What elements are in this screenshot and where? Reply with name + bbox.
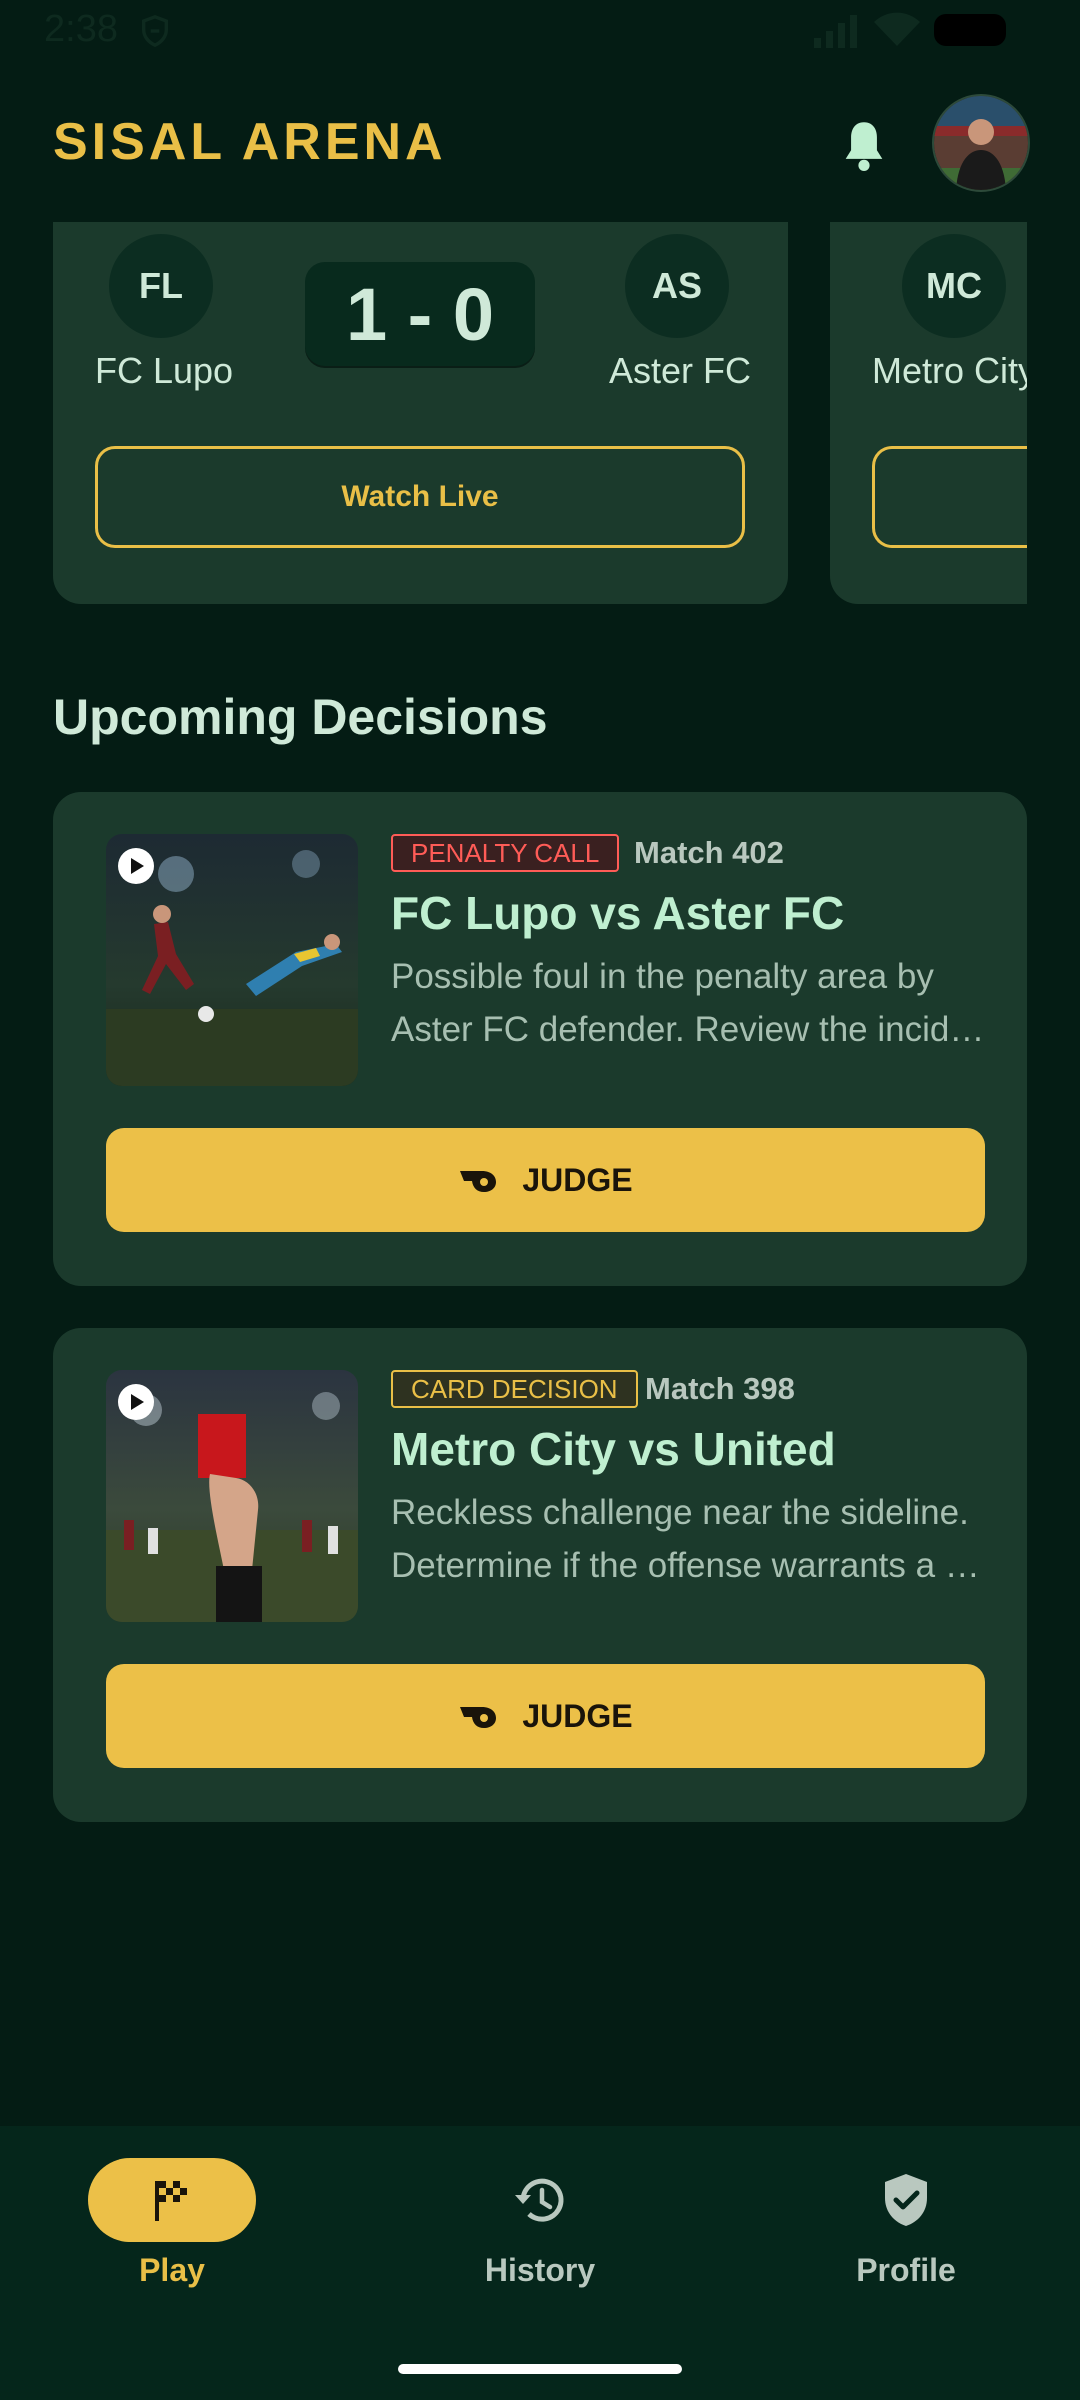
- play-icon[interactable]: [118, 1384, 154, 1420]
- wifi-icon: [874, 12, 920, 46]
- description-line: Determine if the offense warrants a card…: [391, 1546, 991, 1585]
- battery-icon: [934, 14, 1006, 46]
- nav-play-pill: [88, 2158, 256, 2242]
- decision-title: Metro City vs United: [391, 1423, 836, 1475]
- incident-video-thumbnail[interactable]: [106, 1370, 358, 1622]
- match-number: Match 398: [645, 1371, 795, 1406]
- description-line: Reckless challenge near the sideline.: [391, 1493, 969, 1532]
- decision-card: CARD DECISION Match 398 Metro City vs Un…: [53, 1328, 1027, 1822]
- status-time: 2:38: [44, 8, 118, 50]
- match-number: Match 402: [634, 835, 784, 870]
- whistle-icon: [460, 1707, 497, 1728]
- live-match-card[interactable]: FL FC Lupo 1 - 0 AS Aster FC Watch Live: [53, 222, 788, 604]
- decision-description: Reckless challenge near the sideline. De…: [391, 1486, 991, 1592]
- avatar-image: [934, 96, 1028, 190]
- incident-video-thumbnail[interactable]: [106, 834, 358, 1086]
- nav-label: Profile: [856, 2252, 956, 2288]
- decision-title: FC Lupo vs Aster FC: [391, 887, 845, 939]
- live-matches-carousel[interactable]: FL FC Lupo 1 - 0 AS Aster FC Watch Live …: [53, 222, 1027, 604]
- decision-type-badge: PENALTY CALL: [391, 834, 620, 872]
- home-team-badge: FL: [109, 234, 213, 338]
- watch-live-button[interactable]: [872, 446, 1027, 548]
- decision-description: Possible foul in the penalty area by Ast…: [391, 950, 991, 1056]
- user-avatar[interactable]: [932, 94, 1030, 192]
- nav-item-history[interactable]: History: [420, 2158, 660, 2308]
- play-icon[interactable]: [118, 848, 154, 884]
- description-line: Possible foul in the penalty area by: [391, 957, 934, 996]
- home-team-name: FC Lupo: [95, 350, 234, 391]
- decision-type-badge: CARD DECISION: [391, 1370, 638, 1408]
- home-team-name: Metro City: [872, 350, 1027, 391]
- section-title: Upcoming Decisions: [53, 689, 548, 745]
- nav-label: Play: [139, 2252, 205, 2288]
- shield-status-icon: [141, 15, 169, 48]
- nav-item-profile[interactable]: Profile: [786, 2158, 1026, 2308]
- whistle-icon: [460, 1171, 497, 1192]
- judge-button-label: JUDGE: [522, 1697, 633, 1734]
- nav-label: History: [484, 2252, 596, 2288]
- nav-history-pill: [456, 2158, 624, 2242]
- away-team-name: Aster FC: [609, 350, 752, 391]
- judge-button[interactable]: JUDGE: [106, 1664, 985, 1768]
- home-team-badge: MC: [902, 234, 1006, 338]
- cell-signal-icon: [814, 15, 857, 48]
- nav-item-play[interactable]: Play: [52, 2158, 292, 2308]
- live-match-card[interactable]: MC Metro City: [830, 222, 1027, 604]
- decision-card: PENALTY CALL Match 402 FC Lupo vs Aster …: [53, 792, 1027, 1286]
- home-indicator[interactable]: [398, 2364, 682, 2374]
- shield-check-icon: [885, 2174, 927, 2226]
- match-score: 1 - 0: [305, 262, 535, 366]
- checkered-flag-icon: [155, 2181, 187, 2221]
- status-bar: 2:38: [0, 0, 1080, 60]
- bottom-navigation: Play History Profile: [0, 2126, 1080, 2400]
- app-title: SISAL ARENA: [53, 113, 447, 171]
- judge-button[interactable]: JUDGE: [106, 1128, 985, 1232]
- notification-bell-icon[interactable]: [838, 118, 890, 174]
- watch-live-button[interactable]: Watch Live: [95, 446, 745, 548]
- judge-button-label: JUDGE: [522, 1161, 633, 1198]
- away-team-badge: AS: [625, 234, 729, 338]
- description-line: Aster FC defender. Review the incident a…: [391, 1010, 991, 1049]
- history-icon: [515, 2178, 564, 2222]
- nav-profile-pill: [822, 2158, 990, 2242]
